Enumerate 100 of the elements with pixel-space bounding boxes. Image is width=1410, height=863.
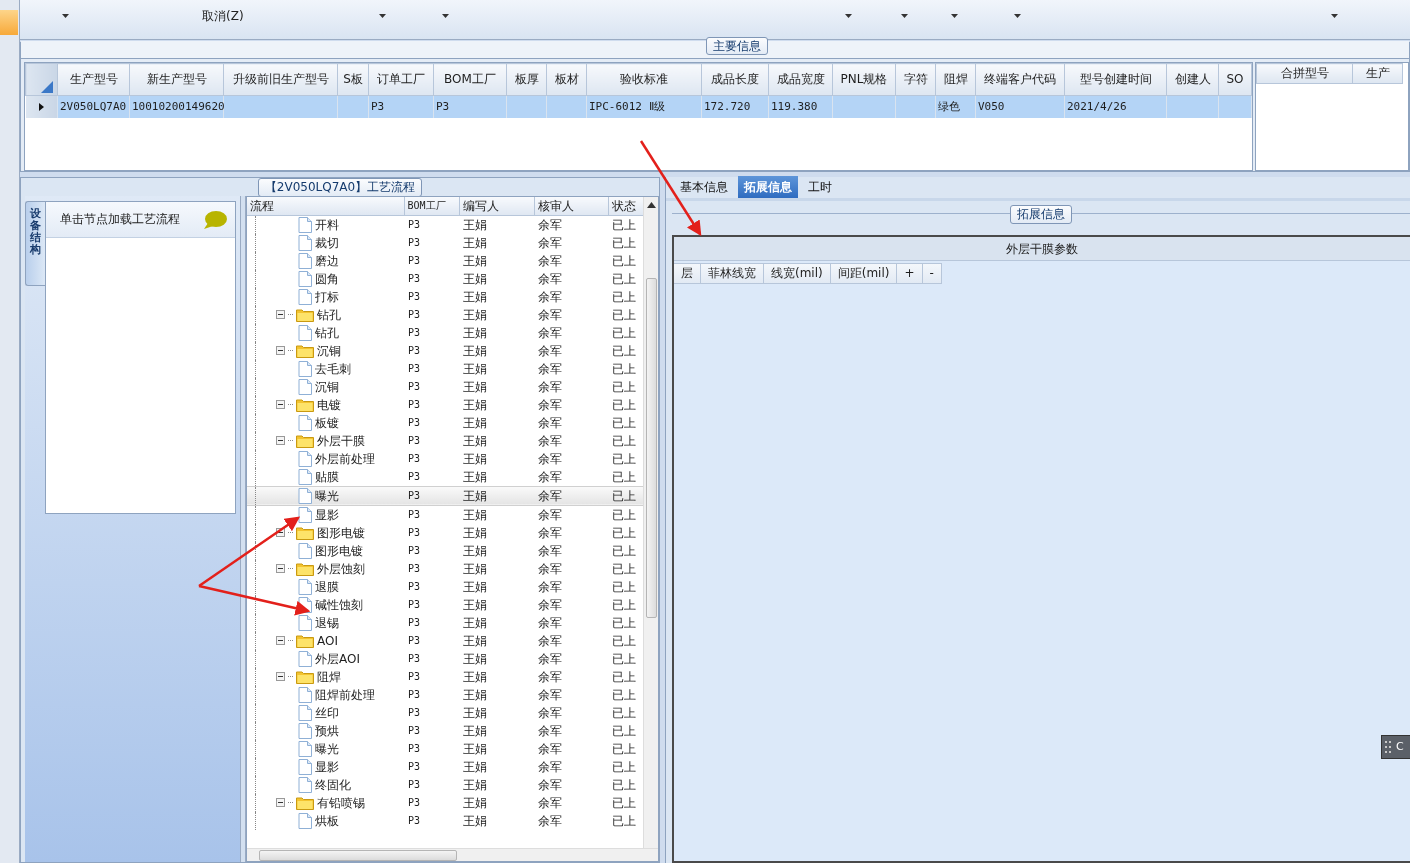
tree-node[interactable]: 钻孔 <box>251 305 400 324</box>
tree-node[interactable]: 外层蚀刻 <box>251 559 400 578</box>
column-header[interactable]: 板材 <box>546 63 587 96</box>
column-header[interactable]: S板 <box>337 63 369 96</box>
tree-node[interactable]: 贴膜 <box>251 467 400 486</box>
vertical-scrollbar[interactable] <box>643 197 658 848</box>
table-cell-text: P3 <box>407 525 422 540</box>
column-header[interactable]: 生产型号 <box>57 63 130 96</box>
tree-node[interactable]: 退膜 <box>251 577 400 596</box>
column-header[interactable]: 生产 <box>1352 63 1403 84</box>
collapse-icon[interactable] <box>276 310 285 319</box>
dropdown-caret-icon[interactable] <box>379 14 386 18</box>
tree-node[interactable]: 板镀 <box>251 413 400 432</box>
select-all-corner[interactable] <box>25 63 58 96</box>
column-header[interactable]: + <box>897 263 923 284</box>
tree-node[interactable]: 电镀 <box>251 395 400 414</box>
table-cell: 王娟 <box>459 467 534 486</box>
collapse-icon[interactable] <box>276 798 285 807</box>
tree-node[interactable]: 阻焊 <box>251 667 400 686</box>
column-header[interactable]: 新生产型号 <box>129 63 224 96</box>
tree-node[interactable]: 丝印 <box>251 703 400 722</box>
tree-node[interactable]: 外层干膜 <box>251 431 400 450</box>
collapse-icon[interactable] <box>276 346 285 355</box>
column-header[interactable]: 编写人 <box>459 197 534 215</box>
column-header[interactable]: 创建人 <box>1166 63 1219 96</box>
column-header[interactable]: 成品宽度 <box>768 63 833 96</box>
tree-node[interactable]: 开料 <box>251 215 400 234</box>
column-header[interactable]: 终端客户代码 <box>975 63 1065 96</box>
dropdown-caret-icon[interactable] <box>901 14 908 18</box>
table-cell-text: P3 <box>407 451 422 466</box>
tree-node[interactable]: 打标 <box>251 287 400 306</box>
column-header[interactable]: 间距(mil) <box>830 263 898 284</box>
document-icon <box>298 686 312 703</box>
collapse-icon[interactable] <box>276 436 285 445</box>
column-header[interactable]: 层 <box>674 263 701 284</box>
column-header[interactable]: 菲林线宽 <box>701 263 764 284</box>
column-header[interactable]: BOM工厂 <box>404 197 459 215</box>
column-header[interactable]: 成品长度 <box>701 63 769 96</box>
tab[interactable]: 拓展信息 <box>738 176 798 198</box>
tree-node[interactable]: 沉铜 <box>251 377 400 396</box>
column-header[interactable]: 状态 <box>608 197 643 215</box>
column-header[interactable]: 板厚 <box>506 63 547 96</box>
dropdown-caret-icon[interactable] <box>62 14 69 18</box>
tree-node[interactable]: 沉铜 <box>251 341 400 360</box>
column-header[interactable]: 核审人 <box>534 197 608 215</box>
tree-node[interactable]: 预烘 <box>251 721 400 740</box>
column-header[interactable]: 合拼型号 <box>1256 63 1353 84</box>
column-header[interactable]: BOM工厂 <box>433 63 507 96</box>
dropdown-caret-icon[interactable] <box>1331 14 1338 18</box>
tree-node[interactable]: 钻孔 <box>251 323 400 342</box>
collapse-icon[interactable] <box>276 564 285 573</box>
tab[interactable]: 工时 <box>802 176 838 198</box>
dropdown-caret-icon[interactable] <box>951 14 958 18</box>
tree-node[interactable]: 显影 <box>251 505 400 524</box>
dropdown-caret-icon[interactable] <box>845 14 852 18</box>
tree-node[interactable]: 显影 <box>251 757 400 776</box>
dropdown-caret-icon[interactable] <box>1014 14 1021 18</box>
dropdown-caret-icon[interactable] <box>442 14 449 18</box>
tree-node[interactable]: 有铅喷锡 <box>251 793 400 812</box>
tree-node[interactable]: 烘板 <box>251 811 400 830</box>
menu-text[interactable]: 取消(Z) <box>202 9 244 24</box>
tree-node[interactable]: 磨边 <box>251 251 400 270</box>
tree-node[interactable]: 退锡 <box>251 613 400 632</box>
tree-node[interactable]: 终固化 <box>251 775 400 794</box>
tree-node[interactable]: 去毛刺 <box>251 359 400 378</box>
tree-node[interactable]: 图形电镀 <box>251 541 400 560</box>
scroll-up-icon[interactable] <box>646 202 656 208</box>
tree-node[interactable]: AOI <box>251 631 400 650</box>
side-tab[interactable]: 设备结构 <box>25 201 45 286</box>
tree-node[interactable]: 圆角 <box>251 269 400 288</box>
column-header[interactable]: 线宽(mil) <box>764 263 831 284</box>
column-header[interactable]: 订单工厂 <box>368 63 434 96</box>
tree-node[interactable]: 外层前处理 <box>251 449 400 468</box>
column-header[interactable]: 型号创建时间 <box>1064 63 1167 96</box>
column-header[interactable]: 阻焊 <box>935 63 976 96</box>
table-cell-text: 余军 <box>537 668 563 686</box>
table-cell: 王娟 <box>459 486 534 505</box>
column-header[interactable]: 流程 <box>247 197 404 215</box>
tab[interactable]: 基本信息 <box>674 176 734 198</box>
tree-node[interactable]: 裁切 <box>251 233 400 252</box>
column-header[interactable]: SO <box>1218 63 1252 96</box>
floating-button[interactable]: C <box>1381 735 1410 759</box>
collapse-icon[interactable] <box>276 672 285 681</box>
tree-node[interactable]: 外层AOI <box>251 649 400 668</box>
document-icon <box>298 722 312 739</box>
collapse-icon[interactable] <box>276 400 285 409</box>
tree-node[interactable]: 阻焊前处理 <box>251 685 400 704</box>
table-cell: P3 <box>404 467 459 486</box>
collapse-icon[interactable] <box>276 528 285 537</box>
column-header[interactable]: 升级前旧生产型号 <box>223 63 338 96</box>
column-header[interactable]: 验收标准 <box>586 63 702 96</box>
tree-node[interactable]: 图形电镀 <box>251 523 400 542</box>
tree-node[interactable]: 曝光 <box>251 739 400 758</box>
table-cell-text: 余军 <box>537 650 563 668</box>
row-header[interactable] <box>25 95 58 118</box>
horizontal-scrollbar[interactable] <box>247 848 658 861</box>
column-header[interactable]: 字符 <box>895 63 936 96</box>
column-header[interactable]: PNL规格 <box>832 63 896 96</box>
tree-node[interactable]: 碱性蚀刻 <box>251 595 400 614</box>
collapse-icon[interactable] <box>276 636 285 645</box>
